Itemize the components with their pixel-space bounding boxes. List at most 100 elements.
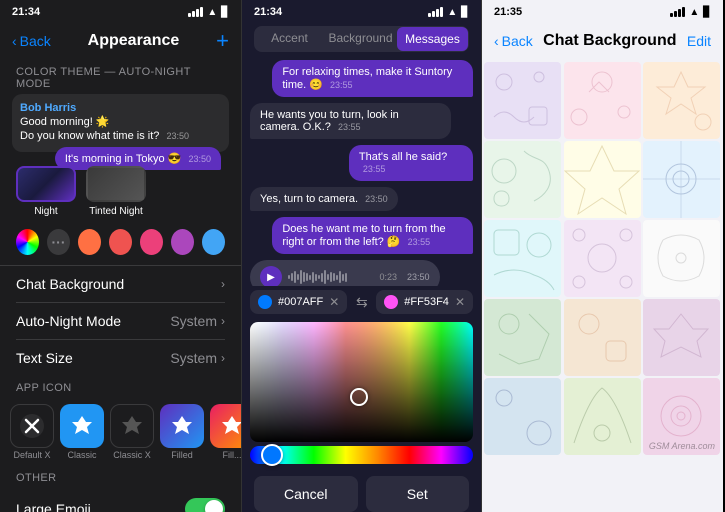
- app-icon-section-label: APP ICON: [0, 376, 241, 398]
- add-button-p1[interactable]: +: [216, 30, 229, 52]
- chevron-icon-2: ›: [221, 314, 225, 328]
- color-dot-purple[interactable]: [171, 229, 194, 255]
- bg-item-10[interactable]: [564, 299, 641, 376]
- app-icon-fill-more[interactable]: Fill...: [210, 404, 241, 460]
- bg-item-4[interactable]: [564, 141, 641, 218]
- back-button-p1[interactable]: ‹ Back: [12, 33, 51, 49]
- swap-colors-button[interactable]: ⇆: [351, 290, 372, 314]
- color-gradient-canvas[interactable]: [250, 322, 473, 442]
- status-indicators-p3: ▲ ▊: [670, 7, 711, 18]
- nav-bar-p1: ‹ Back Appearance +: [0, 22, 241, 60]
- auto-night-row[interactable]: Auto-Night Mode System ›: [0, 303, 241, 339]
- app-icon-classic[interactable]: Classic: [60, 404, 104, 460]
- bg-item-9[interactable]: [484, 299, 561, 376]
- battery-icon: ▊: [221, 7, 229, 18]
- color-input-2[interactable]: #FF53F4 ✕: [376, 290, 473, 314]
- color-dot-blue[interactable]: [202, 229, 225, 255]
- tab-accent[interactable]: Accent: [254, 26, 325, 52]
- page-title-p1: Appearance: [88, 32, 180, 50]
- theme-night[interactable]: Night: [16, 166, 76, 217]
- bg-item-6[interactable]: [484, 220, 561, 297]
- color-input-1[interactable]: #007AFF ✕: [250, 290, 347, 314]
- messages-color-panel: 21:34 ▲ ▊ Accent Background Messages For…: [241, 0, 482, 512]
- preview-msg2: Do you know what time is it? 23:50: [20, 130, 221, 142]
- nav-bar-p3: ‹ Back Chat Background Edit: [482, 22, 723, 60]
- audio-waveform: [288, 268, 373, 286]
- back-button-p3[interactable]: ‹ Back: [494, 33, 533, 49]
- bg-item-0[interactable]: [484, 62, 561, 139]
- background-grid-container: GSM Arena.com: [482, 60, 723, 457]
- bg-item-8[interactable]: [643, 220, 720, 297]
- text-size-row[interactable]: Text Size System ›: [0, 340, 241, 376]
- back-chevron-icon-p3: ‹: [494, 33, 499, 49]
- color-dot-pink[interactable]: [140, 229, 163, 255]
- bg-item-1[interactable]: [564, 62, 641, 139]
- background-grid: [482, 60, 723, 457]
- time-p2: 21:34: [254, 6, 282, 18]
- bg-item-11[interactable]: [643, 299, 720, 376]
- hue-slider[interactable]: [250, 446, 473, 464]
- msg-row-audio: ▶: [250, 260, 473, 286]
- color-tabs: Accent Background Messages: [254, 26, 469, 52]
- rainbow-color-dot[interactable]: [16, 229, 39, 255]
- tab-messages[interactable]: Messages: [397, 27, 468, 51]
- clear-color-1[interactable]: ✕: [329, 295, 339, 309]
- audio-play-button[interactable]: ▶: [260, 266, 282, 286]
- chat-preview: Bob Harris Good morning! 🌟 Do you know w…: [12, 94, 229, 152]
- color-dot-red[interactable]: [109, 229, 132, 255]
- preview-sender: Bob Harris: [20, 102, 221, 114]
- hue-slider-knob[interactable]: [261, 444, 283, 466]
- preview-msg1: Good morning! 🌟: [20, 115, 221, 128]
- bg-item-2[interactable]: [643, 62, 720, 139]
- chat-background-panel: 21:35 ▲ ▊ ‹ Back Chat Background Edit: [482, 0, 723, 512]
- status-bar-p3: 21:35 ▲ ▊: [482, 0, 723, 22]
- time-p1: 21:34: [12, 6, 40, 18]
- more-colors-button[interactable]: ···: [47, 229, 70, 255]
- color-swatch-1: [258, 295, 272, 309]
- color-dot-orange[interactable]: [78, 229, 101, 255]
- status-bar-p1: 21:34 ▲ ▊: [0, 0, 241, 22]
- bg-item-12[interactable]: [484, 378, 561, 455]
- color-dots-row: ···: [0, 225, 241, 265]
- status-bar-p2: 21:34 ▲ ▊: [242, 0, 481, 22]
- large-emoji-row: Large Emoji: [0, 488, 241, 512]
- bg-item-3[interactable]: [484, 141, 561, 218]
- msg-row-1: For relaxing times, make it Suntory time…: [250, 60, 473, 97]
- signal-icon-p3: [670, 7, 685, 17]
- battery-icon-p2: ▊: [461, 7, 469, 18]
- clear-color-2[interactable]: ✕: [455, 295, 465, 309]
- set-button[interactable]: Set: [366, 476, 470, 512]
- cancel-button[interactable]: Cancel: [254, 476, 358, 512]
- app-icon-filled[interactable]: Filled: [160, 404, 204, 460]
- chevron-icon-1: ›: [221, 277, 225, 291]
- page-title-p3: Chat Background: [543, 32, 676, 50]
- msg-row-2: He wants you to turn, look in camera. O.…: [250, 103, 473, 139]
- app-icon-classic-x[interactable]: Classic X: [110, 404, 154, 460]
- chevron-icon-3: ›: [221, 351, 225, 365]
- other-section-label: OTHER: [0, 466, 241, 488]
- msg-row-3: That's all he said? 23:55: [250, 145, 473, 181]
- bg-item-5[interactable]: [643, 141, 720, 218]
- msg-row-5: Does he want me to turn from the right o…: [250, 217, 473, 254]
- large-emoji-toggle[interactable]: [185, 498, 225, 512]
- bg-item-13[interactable]: [564, 378, 641, 455]
- edit-button-p3[interactable]: Edit: [687, 33, 711, 49]
- color-picker-actions: Cancel Set: [242, 468, 481, 512]
- messages-area: For relaxing times, make it Suntory time…: [242, 56, 481, 286]
- status-indicators-p2: ▲ ▊: [428, 7, 469, 18]
- color-swatch-2: [384, 295, 398, 309]
- theme-selector: Night Tinted Night: [0, 160, 55, 225]
- watermark: GSM Arena.com: [649, 441, 715, 451]
- appearance-panel: 21:34 ▲ ▊ ‹ Back Appearance + COLOR THEM…: [0, 0, 241, 512]
- theme-tinted-night[interactable]: Tinted Night: [86, 166, 146, 217]
- tab-background[interactable]: Background: [325, 26, 396, 52]
- app-icon-default-x[interactable]: Default X: [10, 404, 54, 460]
- chat-background-row[interactable]: Chat Background ›: [0, 266, 241, 302]
- color-picker-handle[interactable]: [350, 388, 368, 406]
- wifi-icon: ▲: [207, 7, 217, 18]
- color-theme-label: COLOR THEME — AUTO-NIGHT MODE: [0, 60, 241, 94]
- app-icons-row: Default X Classic Classic X Filled Fill.…: [0, 398, 241, 466]
- back-chevron-icon: ‹: [12, 33, 17, 49]
- bg-item-7[interactable]: [564, 220, 641, 297]
- signal-icon-p2: [428, 7, 443, 17]
